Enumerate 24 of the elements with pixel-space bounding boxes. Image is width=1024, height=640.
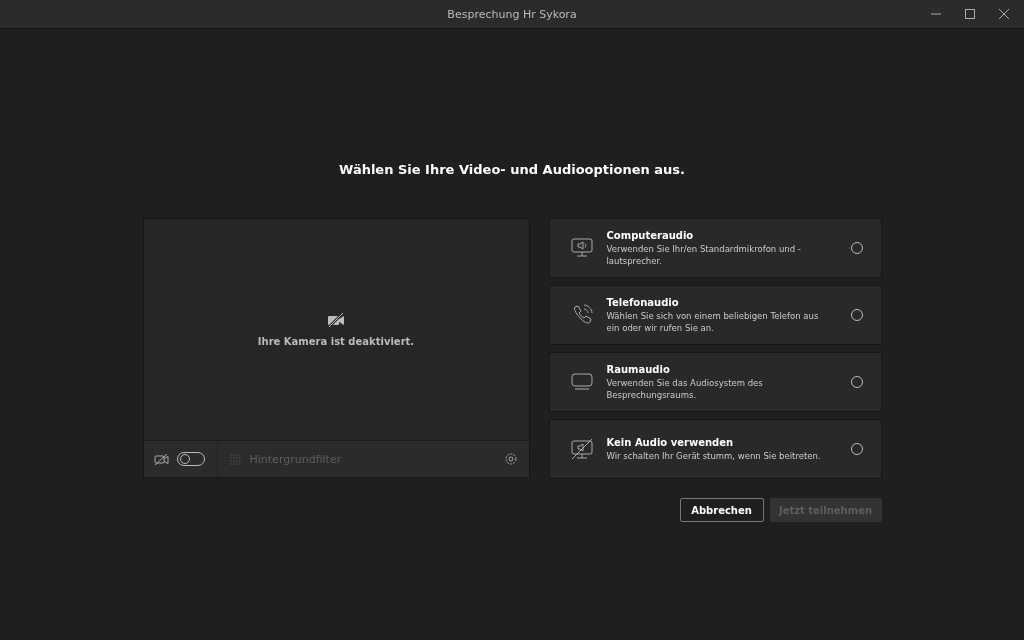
cancel-button[interactable]: Abbrechen: [679, 498, 764, 522]
maximize-icon[interactable]: [964, 8, 976, 20]
settings-icon[interactable]: [503, 452, 518, 466]
option-title: Raumaudio: [606, 363, 671, 375]
audio-option[interactable]: Computeraudio Verwenden Sie Ihr/en Standardmikrofon und -lautsprecher.: [548, 218, 882, 278]
monitor-speaker-icon: [570, 238, 593, 258]
camera-message: Ihre Kamera ist deaktiviert.: [257, 336, 415, 347]
monitor-muted-icon: [570, 438, 593, 460]
audio-option[interactable]: Telefonaudio Wählen Sie sich von einem beliebigen Telefon aus ein oder wir rufen Sie an.: [548, 285, 882, 345]
option-description: Verwenden Sie das Audiosystem des Besprechungsraums.: [606, 376, 764, 401]
option-title: Telefonaudio: [606, 296, 680, 308]
display-icon: [570, 373, 593, 391]
option-description: Wir schalten Ihr Gerät stumm, wenn Sie beitreten.: [606, 449, 822, 462]
option-description: Verwenden Sie Ihr/en Standardmikrofon und -lautsprecher.: [606, 242, 802, 267]
window-title: Besprechung Hr Sykora: [447, 7, 577, 21]
heading: Wählen Sie Ihre Video- und Audiooptionen aus.: [338, 162, 686, 178]
close-icon[interactable]: [998, 8, 1010, 20]
option-description: Wählen Sie sich von einem beliebigen Telefon aus ein oder wir rufen Sie an.: [606, 309, 820, 334]
audio-option[interactable]: Kein Audio verwenden Wir schalten Ihr Gerät stumm, wenn Sie beitreten.: [548, 419, 882, 479]
camera-off-icon: [153, 452, 169, 466]
camera-off-icon: [327, 312, 345, 328]
option-title: Kein Audio verwenden: [606, 436, 735, 448]
option-title: Computeraudio: [606, 229, 695, 241]
audio-option[interactable]: Raumaudio Verwenden Sie das Audiosystem des Besprechungsraums.: [548, 352, 882, 412]
